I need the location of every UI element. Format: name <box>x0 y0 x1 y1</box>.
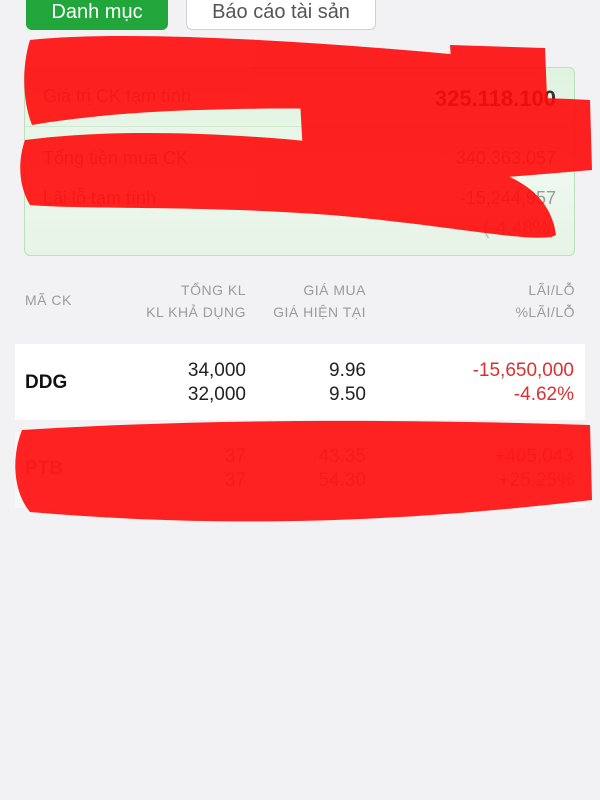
holding-current-price: 54.30 <box>318 470 366 491</box>
col-header-buy-price: GIÁ MUA <box>303 282 366 298</box>
holding-available-qty: 37 <box>224 470 246 491</box>
portfolio-summary-card: Giá trị CK tạm tính 325.118.100 Tổng tiề… <box>24 67 575 256</box>
holding-row[interactable]: DDG 34,000 32,000 9.96 9.50 -15,650,000 … <box>15 344 585 420</box>
portfolio-screen: Danh mục Báo cáo tài sản Giá trị CK tạm … <box>0 0 600 800</box>
summary-label: Lãi lỗ tạm tính <box>43 188 157 208</box>
col-header-symbol: MÃ CK <box>25 292 72 308</box>
col-header-total-qty: TỔNG KL <box>181 282 246 298</box>
holding-profit-loss: -15,650,000 <box>472 360 574 381</box>
holding-symbol: PTB <box>25 458 63 479</box>
holding-row[interactable]: PTB 37 37 43.35 54.30 +405,043 +25.25% <box>15 432 585 508</box>
tab-portfolio[interactable]: Danh mục <box>26 0 168 30</box>
summary-label: Tổng tiền mua CK <box>43 148 189 168</box>
col-header-available-qty: KL KHẢ DỤNG <box>146 304 246 320</box>
holding-total-qty: 34,000 <box>187 360 246 381</box>
holding-profit-loss-percent: +25.25% <box>498 470 574 491</box>
holding-total-qty: 37 <box>224 446 246 467</box>
summary-profit-loss-percent: (-4.48%) <box>483 218 556 239</box>
holding-buy-price: 43.35 <box>318 446 366 467</box>
holding-current-price: 9.50 <box>329 384 366 405</box>
col-header-profit-loss-percent: %LÃI/LỖ <box>515 304 575 320</box>
summary-value: 325.118.100 <box>434 86 556 111</box>
summary-label: Giá trị CK tạm tính <box>43 86 192 106</box>
col-header-current-price: GIÁ HIỆN TẠI <box>273 304 366 320</box>
col-header-profit-loss: LÃI/LỖ <box>528 282 575 298</box>
holding-buy-price: 9.96 <box>329 360 366 381</box>
holding-profit-loss-percent: -4.62% <box>513 384 574 405</box>
summary-value: -15,244,957 <box>459 188 556 208</box>
holding-available-qty: 32,000 <box>187 384 246 405</box>
holding-profit-loss: +405,043 <box>494 446 574 467</box>
tab-asset-report[interactable]: Báo cáo tài sản <box>186 0 376 30</box>
summary-value: 340.363.057 <box>455 148 556 168</box>
holding-symbol: DDG <box>25 372 68 393</box>
summary-divider <box>25 126 574 127</box>
